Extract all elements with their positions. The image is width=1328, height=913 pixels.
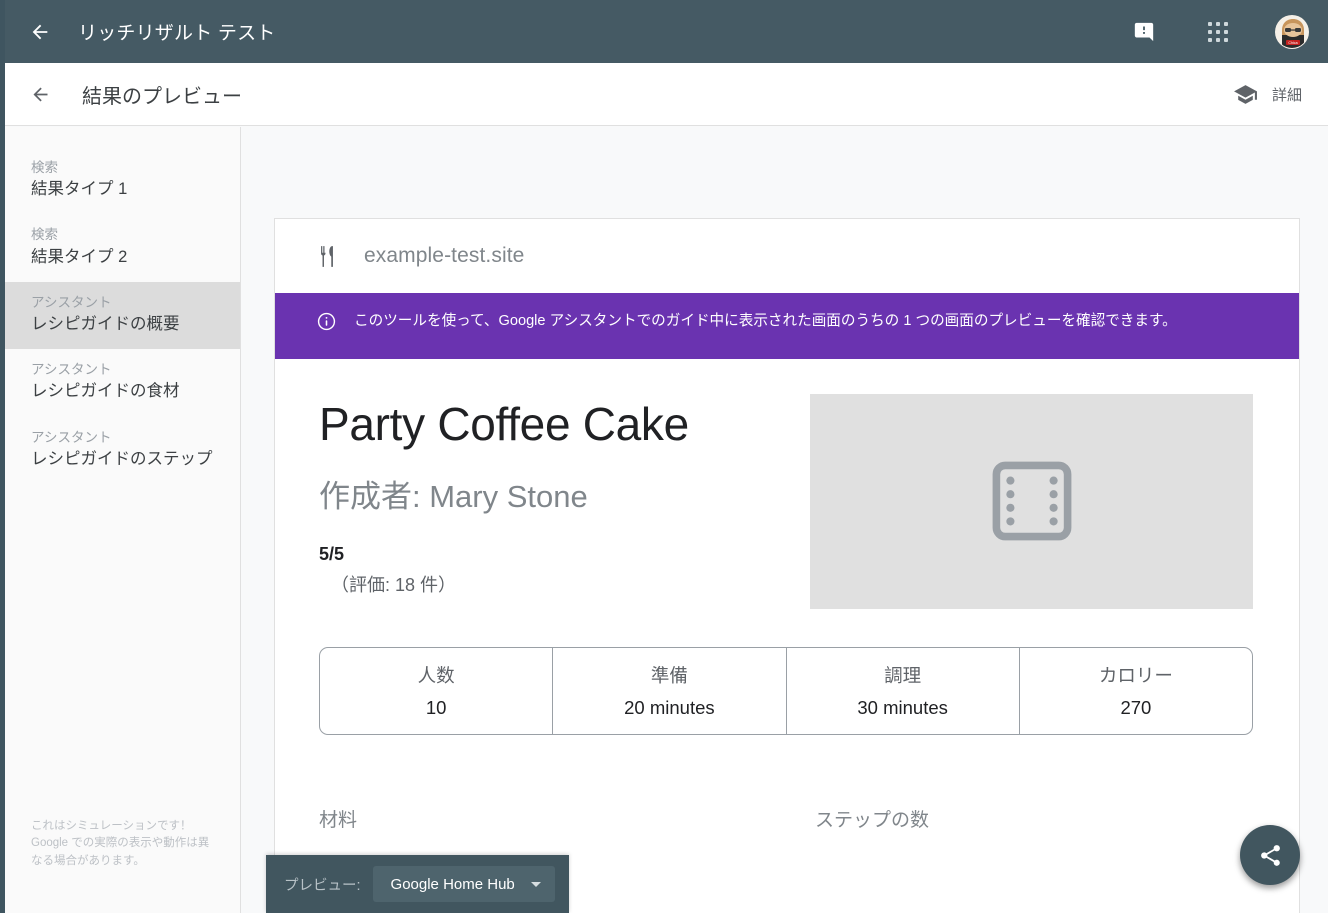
page-title: 結果のプレビュー <box>82 80 242 109</box>
recipe-footer-row: 材料 ステップの数 <box>319 805 1253 862</box>
steps-heading: ステップの数 <box>815 805 929 832</box>
avatar: Chica <box>1275 15 1309 49</box>
sidebar-item-search-type-1[interactable]: 検索 結果タイプ 1 <box>5 147 240 214</box>
rating-count: （評価: 18 件） <box>319 571 810 597</box>
recipe-hero: Party Coffee Cake 作成者: Mary Stone 5/5 （評… <box>319 394 1253 609</box>
avatar-illustration-icon: Chica <box>1276 16 1309 49</box>
arrow-back-icon <box>29 21 51 43</box>
app-title: リッチリザルト テスト <box>78 18 275 45</box>
graduation-cap-icon <box>1233 82 1258 107</box>
preview-device-bar: プレビュー: Google Home Hub <box>266 855 569 913</box>
device-select-value: Google Home Hub <box>391 876 515 893</box>
rating-score: 5/5 <box>319 544 810 565</box>
top-app-bar: リッチリザルト テスト <box>0 0 1328 63</box>
stat-cell-cook: 調理 30 minutes <box>787 648 1020 734</box>
google-apps-button[interactable] <box>1196 10 1240 54</box>
film-strip-icon <box>984 453 1080 549</box>
stat-value: 10 <box>426 697 447 719</box>
page-toolbar: 結果のプレビュー 詳細 <box>0 63 1328 126</box>
stat-cell-servings: 人数 10 <box>320 648 553 734</box>
device-select[interactable]: Google Home Hub <box>373 866 555 902</box>
recipe-author: 作成者: Mary Stone <box>319 471 810 516</box>
card-site-header: example-test.site <box>275 219 1299 293</box>
page-back-button[interactable] <box>22 76 58 112</box>
apps-grid-icon <box>1208 22 1228 42</box>
sidebar-item-label: レシピガイドの概要 <box>31 314 222 335</box>
stat-label: カロリー <box>1099 662 1173 688</box>
account-button[interactable]: Chica <box>1270 10 1314 54</box>
recipe-stats-table: 人数 10 準備 20 minutes 調理 30 minutes カロリー 2… <box>319 647 1253 735</box>
sidebar-item-label: レシピガイドの食材 <box>31 381 222 402</box>
recipe-title: Party Coffee Cake <box>319 400 810 450</box>
sidebar-item-label: 結果タイプ 2 <box>31 247 222 268</box>
sidebar-item-kicker: 検索 <box>31 159 222 176</box>
preview-card: example-test.site このツールを使って、Google アシスタン… <box>274 218 1300 913</box>
app-back-button[interactable] <box>20 12 60 52</box>
recipe-info: Party Coffee Cake 作成者: Mary Stone 5/5 （評… <box>319 394 810 609</box>
sidebar-item-label: レシピガイドのステップ <box>31 449 222 470</box>
sidebar-item-recipe-guide-ingredients[interactable]: アシスタント レシピガイドの食材 <box>5 349 240 416</box>
preview-label: プレビュー: <box>284 874 361 895</box>
arrow-back-icon <box>30 84 51 105</box>
site-name: example-test.site <box>364 244 524 268</box>
feedback-button[interactable] <box>1122 10 1166 54</box>
recipe-media-placeholder <box>810 394 1253 609</box>
banner-text: このツールを使って、Google アシスタントでのガイド中に表示された画面のうち… <box>354 310 1269 340</box>
sidebar: 検索 結果タイプ 1 検索 結果タイプ 2 アシスタント レシピガイドの概要 ア… <box>5 127 241 913</box>
stat-value: 270 <box>1120 697 1151 719</box>
chevron-down-icon <box>531 882 541 887</box>
info-banner: このツールを使って、Google アシスタントでのガイド中に表示された画面のうち… <box>275 293 1299 359</box>
details-button[interactable]: 詳細 <box>1233 82 1306 107</box>
info-icon <box>317 312 336 331</box>
sidebar-item-search-type-2[interactable]: 検索 結果タイプ 2 <box>5 214 240 281</box>
sidebar-item-kicker: アシスタント <box>31 294 222 311</box>
stat-label: 調理 <box>884 662 921 688</box>
restaurant-icon <box>317 244 342 269</box>
sidebar-item-recipe-guide-overview[interactable]: アシスタント レシピガイドの概要 <box>5 282 240 349</box>
app-root: リッチリザルト テスト <box>0 0 1328 913</box>
sidebar-item-recipe-guide-steps[interactable]: アシスタント レシピガイドのステップ <box>5 417 240 484</box>
svg-text:Chica: Chica <box>1288 41 1297 45</box>
stat-cell-calories: カロリー 270 <box>1020 648 1252 734</box>
stat-value: 20 minutes <box>624 697 715 719</box>
feedback-icon <box>1133 21 1155 43</box>
main-content: example-test.site このツールを使って、Google アシスタン… <box>241 127 1328 913</box>
sidebar-item-kicker: 検索 <box>31 226 222 243</box>
details-label: 詳細 <box>1272 84 1302 105</box>
share-fab-button[interactable] <box>1240 825 1300 885</box>
sidebar-item-kicker: アシスタント <box>31 429 222 446</box>
window-edge-strip <box>0 0 5 913</box>
share-icon <box>1258 843 1283 868</box>
stat-label: 人数 <box>418 662 455 688</box>
simulation-disclaimer: これはシミュレーションです！Google での実際の表示や動作は異なる場合があり… <box>5 818 241 871</box>
banner-icon-wrap <box>317 312 336 340</box>
ingredients-heading: 材料 <box>319 805 815 832</box>
sidebar-item-kicker: アシスタント <box>31 361 222 378</box>
sidebar-list: 検索 結果タイプ 1 検索 結果タイプ 2 アシスタント レシピガイドの概要 ア… <box>5 147 240 484</box>
stat-value: 30 minutes <box>857 697 948 719</box>
sidebar-item-label: 結果タイプ 1 <box>31 179 222 200</box>
stat-label: 準備 <box>651 662 688 688</box>
card-body: Party Coffee Cake 作成者: Mary Stone 5/5 （評… <box>275 359 1299 862</box>
stat-cell-prep: 準備 20 minutes <box>553 648 786 734</box>
